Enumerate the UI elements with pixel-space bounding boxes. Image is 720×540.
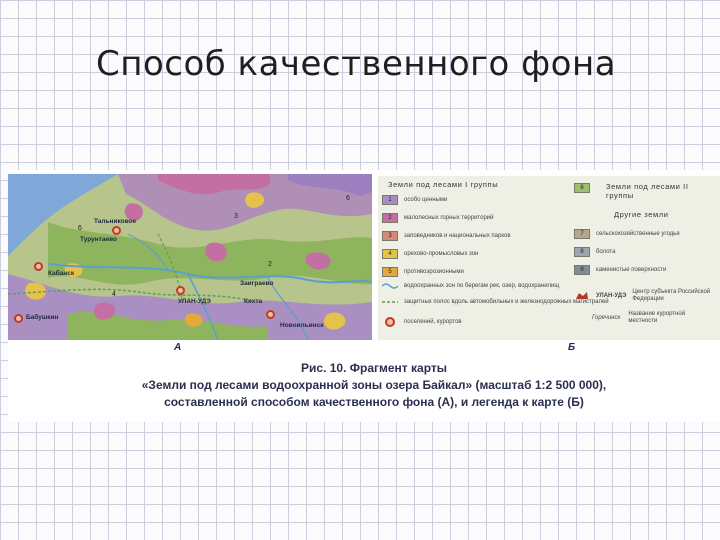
legend-swatch: 5 [382,267,398,277]
legend-letter-b: Б [568,342,576,353]
city-marker-ulan-ude [176,286,185,295]
legend-swatch: 6 [574,183,590,193]
legend-label: Центр субъекта Российской Федерации [632,289,711,302]
legend-swatch: 3 [382,231,398,241]
legend-item-group2: 6 [574,182,596,194]
caption-line-2: «Земли под лесами водоохранной зоны озер… [141,378,607,392]
legend-num: 6 [580,185,584,191]
legend-num: 3 [388,233,392,239]
city-marker [112,226,121,235]
legend-item: 9 каменистые поверхности [574,264,666,276]
legend-symbol-name: Горячинск [592,315,621,321]
legend-label: особо ценными [404,197,448,203]
wave-line-icon [382,281,398,291]
legend-num: 8 [580,249,584,255]
legend-item: 8 болота [574,246,615,258]
figure: 6 4 3 6 2 УЛАН-УДЭ Заиграево Кяхта Новои… [8,170,720,422]
svg-text:3: 3 [234,213,238,220]
city-marker [34,262,43,271]
legend-label: Название курортной местности [628,311,686,324]
legend-group1-title: Земли под лесами I группы [388,180,499,189]
map-city-label: Турунтаево [80,236,117,243]
map-city-label: Тальниковое [94,218,137,225]
legend-symbol-name: УЛАН-УДЭ [596,293,627,299]
settlement-circle-icon [382,317,398,327]
legend-item: 3 заповедников и национальных парков [382,230,511,242]
map-city-label: Бабушкин [26,314,59,321]
slide-title: Способ качественного фона [96,44,617,84]
legend-num: 4 [388,251,392,257]
legend-label: каменистые поверхности [596,267,667,273]
legend-item: УЛАН-УДЭ Центр субъекта Российской Федер… [574,289,711,302]
map-city-label: Кяхта [244,298,263,305]
legend-label: сельскохозяйственные угодья [596,231,680,237]
figure-caption: Рис. 10. Фрагмент карты «Земли под лесам… [104,360,644,411]
map-city-label: Кабанск [48,270,75,277]
map-city-label: Новоильинск [280,322,324,329]
svg-text:6: 6 [346,195,350,202]
svg-text:4: 4 [112,291,116,298]
legend-num: 2 [388,215,392,221]
legend-label: водоохранных зон по берегам рек, озер, в… [404,283,560,289]
legend-item: 5 противоэрозионными [382,266,464,278]
city-marker [14,314,23,323]
map-letter-a: А [174,342,182,353]
legend-swatch: 1 [382,195,398,205]
map-legend: Земли под лесами I группы 1 особо ценным… [378,176,720,340]
legend-num: 9 [580,267,584,273]
legend-item: поселений, курортов [382,316,462,328]
svg-text:2: 2 [268,261,272,268]
dashed-line-icon [382,297,398,307]
legend-num: 5 [388,269,392,275]
legend-item: водоохранных зон по берегам рек, озер, в… [382,280,559,292]
legend-item: 7 сельскохозяйственные угодья [574,228,680,240]
legend-label: малолесных горных территорий [404,215,494,221]
map-fragment: 6 4 3 6 2 УЛАН-УДЭ Заиграево Кяхта Новои… [8,174,372,340]
legend-item: 2 малолесных горных территорий [382,212,494,224]
svg-text:6: 6 [78,225,82,232]
legend-swatch: 2 [382,213,398,223]
legend-item: 4 орехово-промысловых зон [382,248,478,260]
legend-other-title: Другие земли [614,210,669,219]
legend-swatch: 9 [574,265,590,275]
legend-swatch: 7 [574,229,590,239]
legend-label: поселений, курортов [404,319,462,325]
city-marker [266,310,275,319]
map-city-label: УЛАН-УДЭ [178,298,211,305]
legend-label: болота [596,249,616,255]
legend-item: Горячинск Название курортной местности [574,311,708,324]
map-artwork: 6 4 3 6 2 [8,174,372,340]
legend-item: 1 особо ценными [382,194,447,206]
caption-line-1: Рис. 10. Фрагмент карты [301,361,447,375]
legend-label: орехово-промысловых зон [404,251,479,257]
legend-swatch: 8 [574,247,590,257]
legend-swatch: 4 [382,249,398,259]
region-center-icon [574,291,590,301]
legend-label: заповедников и национальных парков [404,233,511,239]
legend-label: противоэрозионными [404,269,464,275]
legend-num: 7 [580,231,584,237]
legend-group2-title: Земли под лесами II группы [606,182,689,200]
caption-line-3: составленной способом качественного фона… [164,395,584,409]
legend-num: 1 [388,197,392,203]
map-city-label: Заиграево [240,280,274,287]
